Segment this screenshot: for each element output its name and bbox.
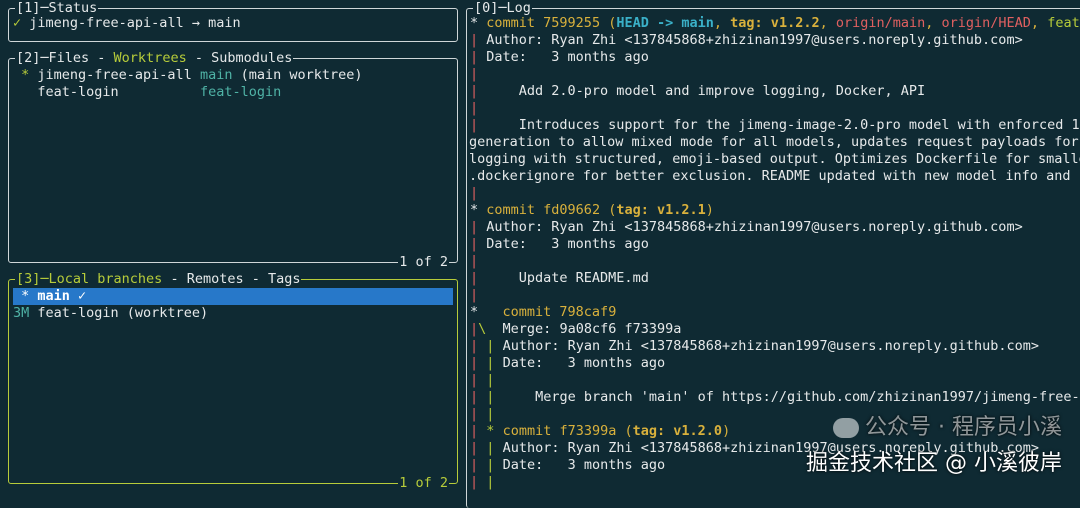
commit-merge: Merge: 9a08cf6 f73399a	[502, 321, 682, 337]
branch-status-badge: 3M	[13, 305, 38, 321]
tab-local-branches[interactable]: Local branches	[49, 271, 163, 287]
commit-subject: Merge branch 'main' of https://github.co…	[502, 389, 1080, 405]
commit-line[interactable]: | * commit f73399a (tag: v1.2.0)	[470, 423, 730, 440]
tag-ref: tag: v1.2.2	[730, 15, 820, 31]
branch-ref: feat-	[1047, 15, 1080, 31]
commit-author: Author: Ryan Zhi <137845868+zhizinan1997…	[486, 32, 1023, 48]
worktree-name: jimeng-free-api-all	[37, 67, 200, 83]
commit-line[interactable]: * commit 7599255 (HEAD -> main, tag: v1.…	[470, 15, 1080, 32]
commit-body: generation to allow mixed mode for all m…	[469, 134, 1080, 150]
tag-ref: tag: v1.2.1	[616, 202, 706, 218]
commit-body: logging with structured, emoji-based out…	[469, 151, 1080, 167]
branch-row-main[interactable]: * main ✓	[13, 288, 453, 305]
commit-body: Introduces support for the jimeng-image-…	[486, 117, 1080, 133]
branch-name: main	[37, 288, 70, 304]
worktree-extra: (main worktree)	[232, 67, 363, 83]
commit-date: Date: 3 months ago	[486, 236, 649, 252]
branches-pane[interactable]: [3]─Local branches - Remotes - Tags * ma…	[8, 271, 458, 492]
branches-pane-footer: 1 of 2	[398, 475, 449, 492]
remote-ref: origin/main	[835, 15, 926, 31]
worktree-branch: main	[199, 67, 233, 83]
files-pane[interactable]: [2]─Files - Worktrees - Submodules * jim…	[8, 50, 458, 271]
commit-date: Date: 3 months ago	[502, 355, 666, 371]
head-ref: HEAD -> main	[616, 15, 714, 31]
commit-date: Date: 3 months ago	[486, 49, 649, 65]
commit-line[interactable]: * commit fd09662 (tag: v1.2.1)	[470, 202, 714, 219]
remote-ref: origin/HEAD	[941, 15, 1031, 31]
commit-hash: 798caf9	[559, 304, 617, 320]
branches-pane-title: [3]─Local branches - Remotes - Tags	[15, 271, 302, 288]
files-pane-title: [2]─Files - Worktrees - Submodules	[15, 50, 294, 67]
tab-files[interactable]: [2]─Files	[16, 50, 89, 66]
commit-line[interactable]: * commit 798caf9	[470, 304, 616, 321]
tab-submodules[interactable]: Submodules	[211, 50, 292, 66]
commit-body: .dockerignore for better exclusion. READ…	[469, 168, 1080, 184]
commit-hash: f73399a	[559, 423, 617, 439]
tab-worktrees[interactable]: Worktrees	[114, 50, 187, 66]
worktree-name: feat-login	[37, 84, 200, 100]
worktree-row-feat-login[interactable]: feat-login feat-login	[13, 84, 453, 101]
current-marker: *	[13, 67, 38, 83]
tab-remotes-tags[interactable]: - Remotes - Tags	[162, 271, 300, 287]
commit-author: Author: Ryan Zhi <137845868+zhizinan1997…	[502, 338, 1039, 354]
commit-hash: fd09662	[543, 202, 601, 218]
wechat-icon	[833, 418, 860, 438]
branch-row-feat-login[interactable]: 3M feat-login (worktree)	[13, 305, 453, 322]
tag-ref: tag: v1.2.0	[632, 423, 723, 439]
worktree-branch: feat-login	[199, 84, 282, 100]
check-icon: ✓	[13, 15, 22, 31]
commit-author: Author: Ryan Zhi <137845868+zhizinan1997…	[486, 219, 1023, 235]
files-pane-footer: 1 of 2	[398, 254, 449, 271]
status-row[interactable]: ✓ jimeng-free-api-all → main	[13, 15, 453, 32]
commit-hash: 7599255	[543, 15, 601, 31]
status-pane[interactable]: [1]─Status ✓ jimeng-free-api-all → main	[8, 0, 458, 42]
watermark-line2: 掘金技术社区 @ 小溪彼岸	[806, 451, 1062, 476]
watermark-line1: 公众号 · 程序员小溪	[833, 417, 1062, 439]
repo-status-text: jimeng-free-api-all → main	[21, 15, 241, 31]
commit-date: Date: 3 months ago	[502, 457, 666, 473]
branch-name: feat-login (worktree)	[37, 305, 209, 321]
commit-subject: Add 2.0-pro model and improve logging, D…	[486, 83, 926, 99]
watermark: 公众号 · 程序员小溪 掘金技术社区 @ 小溪彼岸	[792, 417, 1062, 475]
worktree-row-main[interactable]: * jimeng-free-api-all main (main worktre…	[13, 67, 453, 84]
check-icon: ✓	[69, 288, 87, 304]
commit-subject: Update README.md	[486, 270, 649, 286]
